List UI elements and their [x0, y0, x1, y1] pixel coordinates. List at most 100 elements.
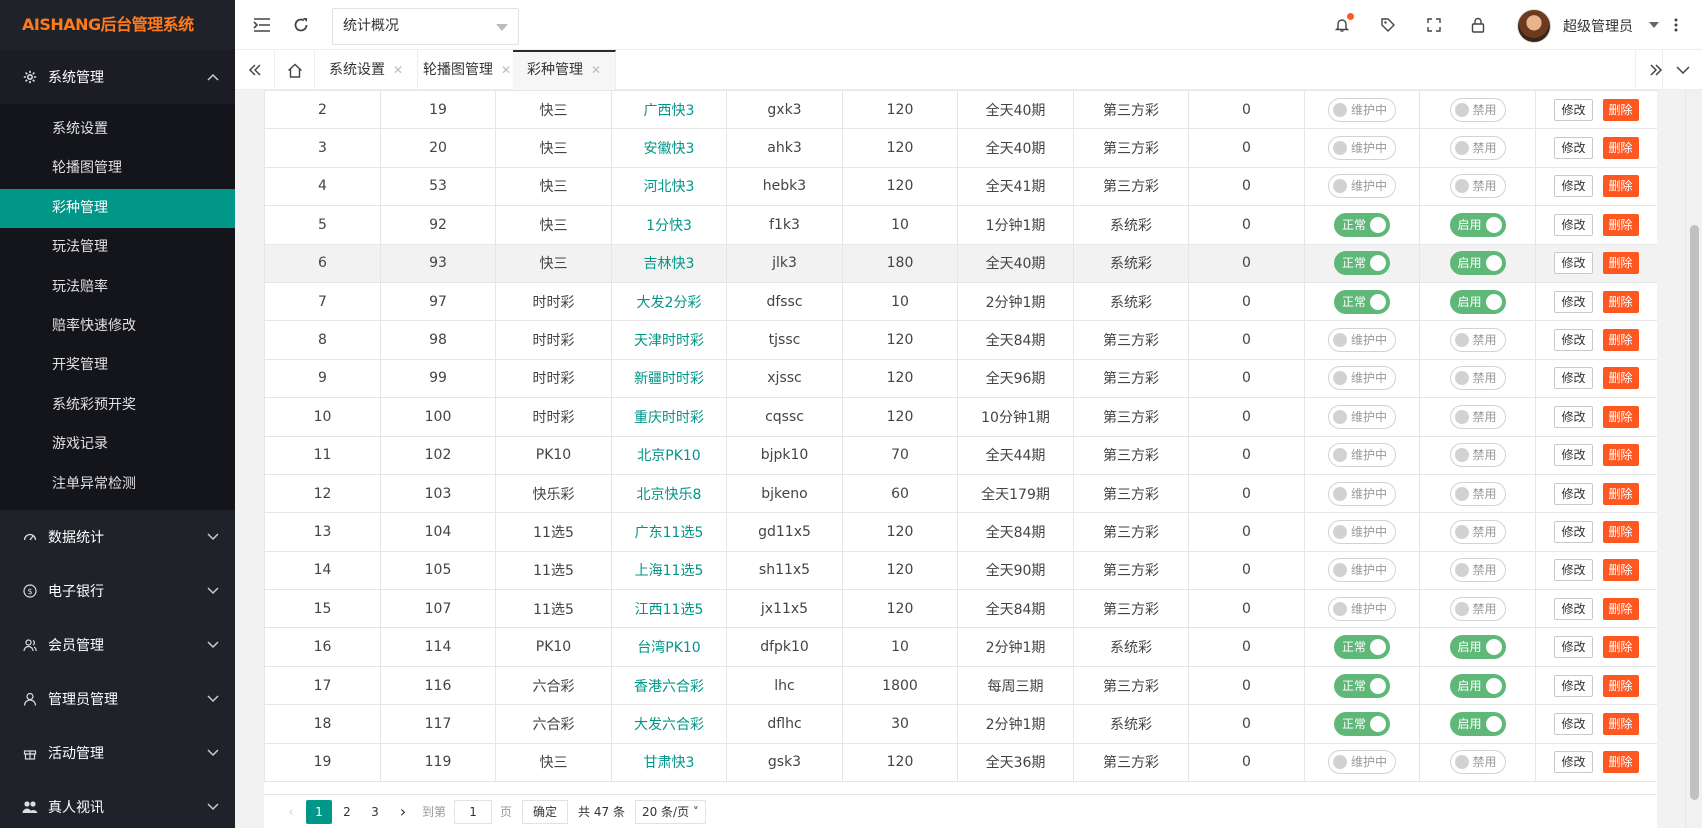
delete-button[interactable]: 删除	[1602, 290, 1639, 313]
sidebar-item[interactable]: 玩法管理	[0, 228, 235, 267]
sidebar-group-header[interactable]: $ 电子银行	[0, 564, 235, 618]
sidebar-group-header[interactable]: 真人视讯	[0, 780, 235, 828]
delete-button[interactable]: 删除	[1602, 213, 1639, 236]
edit-button[interactable]: 修改	[1554, 98, 1593, 121]
edit-button[interactable]: 修改	[1554, 175, 1593, 198]
edit-button[interactable]: 修改	[1554, 405, 1593, 428]
status-switch[interactable]: 维护中	[1328, 558, 1396, 583]
delete-button[interactable]: 删除	[1602, 329, 1639, 352]
delete-button[interactable]: 删除	[1602, 597, 1639, 620]
tab[interactable]: 轮播图管理 ✕	[409, 50, 527, 90]
edit-button[interactable]: 修改	[1554, 520, 1593, 543]
cell-name[interactable]: 天津时时彩	[611, 320, 727, 360]
enable-switch[interactable]: 禁用	[1449, 481, 1506, 506]
sidebar-group-header[interactable]: 系统管理	[0, 50, 235, 104]
delete-button[interactable]: 删除	[1602, 367, 1639, 390]
more-vertical-icon[interactable]	[1666, 15, 1686, 35]
sidebar-item[interactable]: 轮播图管理	[0, 149, 235, 188]
status-switch[interactable]: 维护中	[1328, 519, 1396, 544]
enable-switch[interactable]: 启用	[1449, 635, 1506, 660]
enable-switch[interactable]: 启用	[1449, 711, 1506, 736]
cell-name[interactable]: 重庆时时彩	[611, 397, 727, 437]
delete-button[interactable]: 删除	[1602, 520, 1639, 543]
cell-name[interactable]: 1分快3	[611, 205, 727, 245]
sidebar-group-header[interactable]: 管理员管理	[0, 672, 235, 726]
enable-switch[interactable]: 启用	[1449, 251, 1506, 276]
delete-button[interactable]: 删除	[1602, 405, 1639, 428]
status-switch[interactable]: 维护中	[1328, 404, 1396, 429]
enable-switch[interactable]: 禁用	[1449, 97, 1506, 122]
cell-name[interactable]: 甘肃快3	[611, 742, 727, 783]
status-switch[interactable]: 维护中	[1328, 97, 1396, 122]
delete-button[interactable]: 删除	[1602, 751, 1639, 774]
menu-collapse-icon[interactable]	[252, 15, 272, 35]
tab[interactable]: 系统设置 ✕	[315, 50, 419, 90]
status-switch[interactable]: 正常	[1334, 673, 1390, 698]
user-name[interactable]: 超级管理员	[1563, 16, 1633, 36]
enable-switch[interactable]: 禁用	[1449, 750, 1506, 775]
edit-button[interactable]: 修改	[1554, 674, 1593, 697]
edit-button[interactable]: 修改	[1554, 252, 1593, 275]
close-icon[interactable]: ✕	[393, 63, 403, 77]
status-switch[interactable]: 维护中	[1328, 136, 1396, 161]
status-switch[interactable]: 维护中	[1328, 481, 1396, 506]
edit-button[interactable]: 修改	[1554, 559, 1593, 582]
delete-button[interactable]: 删除	[1602, 175, 1639, 198]
sidebar-item[interactable]: 赔率快速修改	[0, 307, 235, 346]
delete-button[interactable]: 删除	[1602, 482, 1639, 505]
enable-switch[interactable]: 启用	[1449, 673, 1506, 698]
sidebar-item[interactable]: 玩法赔率	[0, 268, 235, 307]
edit-button[interactable]: 修改	[1554, 597, 1593, 620]
sidebar-item[interactable]: 开奖管理	[0, 346, 235, 385]
status-switch[interactable]: 维护中	[1328, 366, 1396, 391]
cell-name[interactable]: 台湾PK10	[611, 627, 727, 667]
enable-switch[interactable]: 禁用	[1449, 366, 1506, 391]
delete-button[interactable]: 删除	[1602, 559, 1639, 582]
status-switch[interactable]: 维护中	[1328, 750, 1396, 775]
status-switch[interactable]: 维护中	[1328, 596, 1396, 621]
cell-name[interactable]: 北京快乐8	[611, 473, 727, 514]
status-switch[interactable]: 正常	[1334, 251, 1390, 276]
page-number[interactable]: 3	[362, 800, 388, 824]
status-switch[interactable]: 正常	[1334, 711, 1390, 736]
enable-switch[interactable]: 启用	[1449, 212, 1506, 237]
cell-name[interactable]: 新疆时时彩	[611, 358, 727, 399]
edit-button[interactable]: 修改	[1554, 444, 1593, 467]
overview-select[interactable]: 统计概况	[332, 8, 519, 45]
edit-button[interactable]: 修改	[1554, 482, 1593, 505]
cell-name[interactable]: 广东11选5	[611, 512, 727, 552]
cell-name[interactable]: 大发六合彩	[611, 704, 727, 744]
edit-button[interactable]: 修改	[1554, 290, 1593, 313]
status-switch[interactable]: 正常	[1334, 289, 1390, 314]
close-icon[interactable]: ✕	[591, 63, 601, 77]
refresh-icon[interactable]	[291, 15, 311, 35]
edit-button[interactable]: 修改	[1554, 213, 1593, 236]
tab[interactable]: 彩种管理 ✕	[513, 50, 617, 90]
sidebar-item[interactable]: 注单异常检测	[0, 465, 235, 504]
enable-switch[interactable]: 禁用	[1449, 328, 1506, 353]
page-size-select[interactable]: 20 条/页 ˅	[634, 799, 706, 824]
sidebar-item[interactable]: 系统设置	[0, 110, 235, 149]
sidebar-item[interactable]: 彩种管理	[0, 188, 235, 229]
avatar[interactable]	[1517, 9, 1551, 43]
enable-switch[interactable]: 禁用	[1449, 404, 1506, 429]
sidebar-item[interactable]: 游戏记录	[0, 425, 235, 464]
user-caret-icon[interactable]	[1649, 22, 1659, 28]
cell-name[interactable]: 北京PK10	[611, 435, 727, 475]
page-number[interactable]: 2	[334, 800, 360, 824]
enable-switch[interactable]: 禁用	[1449, 136, 1506, 161]
edit-button[interactable]: 修改	[1554, 329, 1593, 352]
edit-button[interactable]: 修改	[1554, 636, 1593, 659]
cell-name[interactable]: 广西快3	[611, 90, 727, 130]
cell-name[interactable]: 大发2分彩	[611, 281, 727, 322]
cell-name[interactable]: 河北快3	[611, 166, 727, 207]
enable-switch[interactable]: 禁用	[1449, 558, 1506, 583]
delete-button[interactable]: 删除	[1602, 444, 1639, 467]
sidebar-item[interactable]: 系统彩预开奖	[0, 386, 235, 425]
goto-confirm-button[interactable]: 确定	[522, 799, 569, 824]
delete-button[interactable]: 删除	[1602, 252, 1639, 275]
scrollbar-thumb[interactable]	[1690, 225, 1699, 800]
enable-switch[interactable]: 启用	[1449, 289, 1506, 314]
cell-name[interactable]: 吉林快3	[611, 243, 727, 283]
edit-button[interactable]: 修改	[1554, 712, 1593, 735]
